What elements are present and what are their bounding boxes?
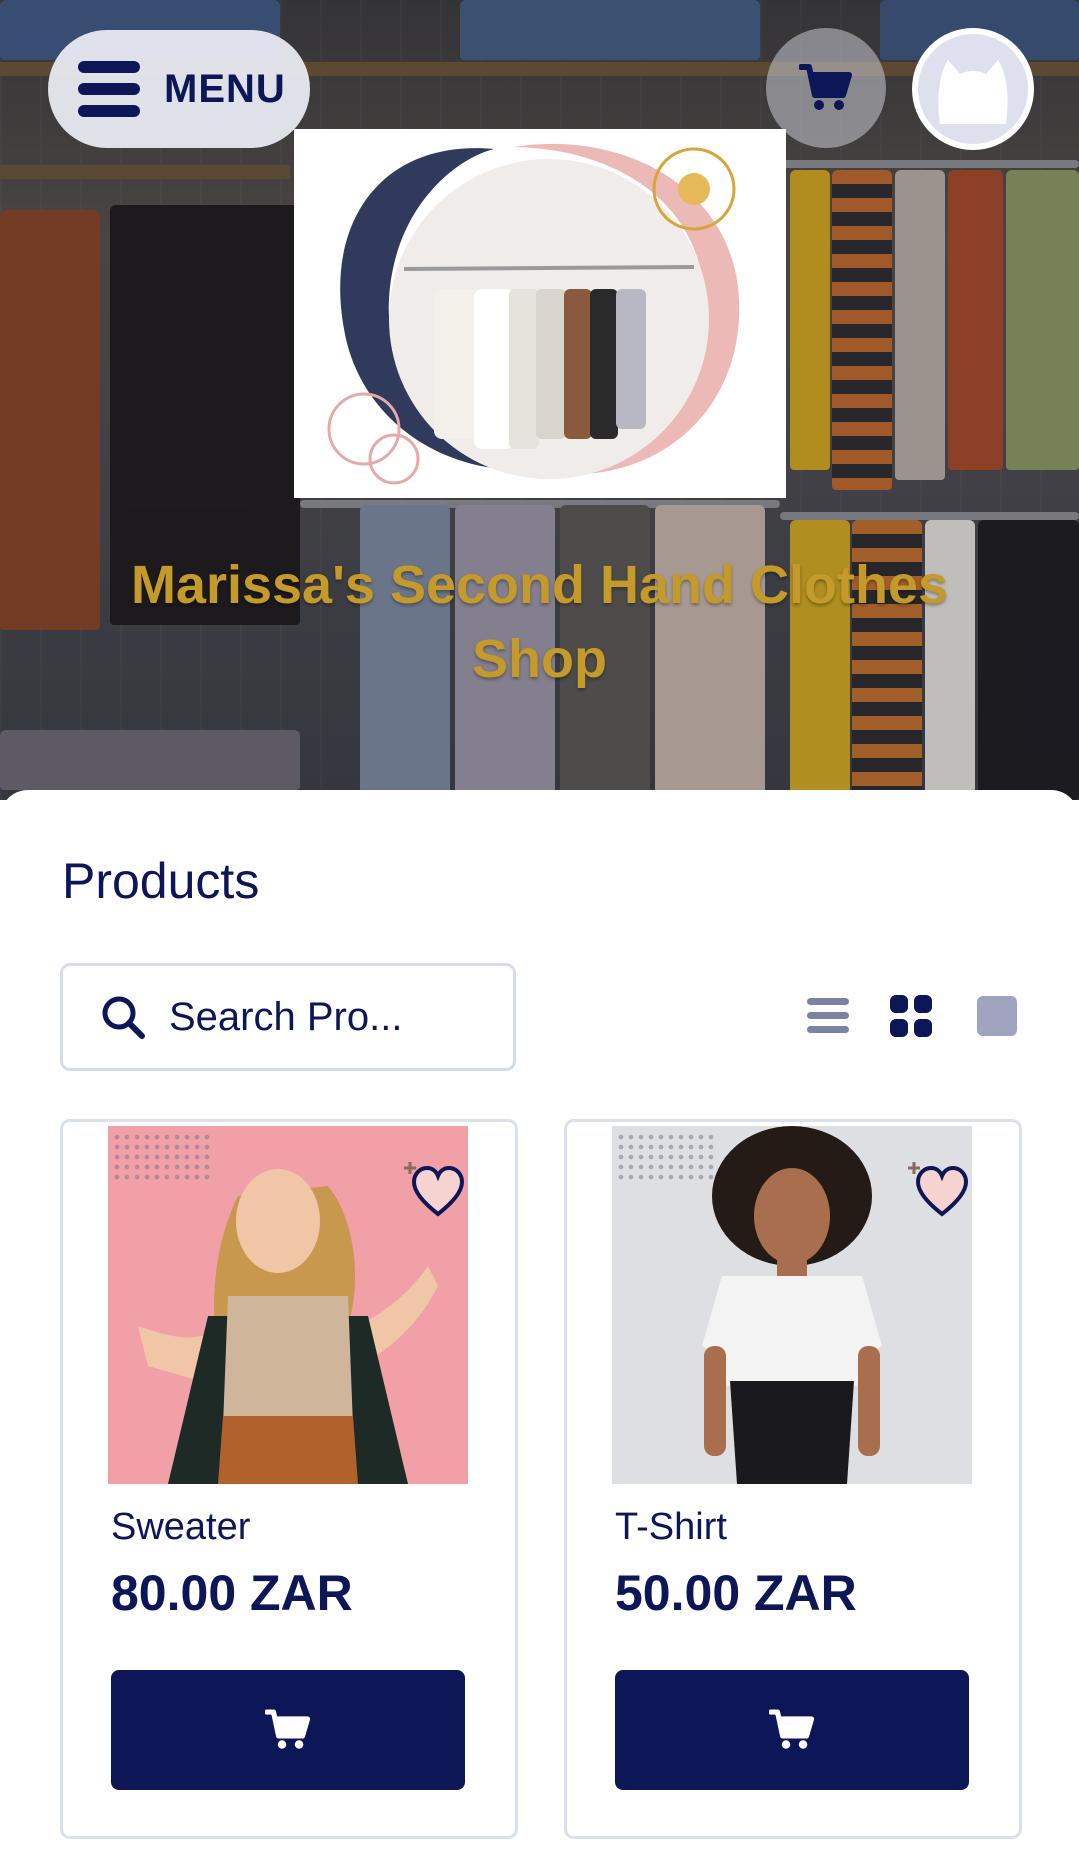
list-view-icon — [807, 998, 849, 1033]
product-image[interactable] — [612, 1126, 972, 1484]
product-price: 50.00 ZAR — [615, 1565, 857, 1621]
dot-pattern — [616, 1132, 716, 1184]
product-image[interactable] — [108, 1126, 468, 1484]
shopping-cart-icon — [769, 1709, 815, 1749]
product-price: 80.00 ZAR — [111, 1565, 353, 1621]
add-to-cart-button[interactable] — [615, 1670, 969, 1790]
product-name[interactable]: T-Shirt — [615, 1506, 727, 1549]
list-view-toggle[interactable] — [805, 993, 851, 1039]
menu-label: MENU — [164, 66, 286, 111]
shop-logo — [294, 129, 786, 498]
shop-title: Marissa's Second Hand Clothes Shop — [130, 555, 949, 689]
section-title: Products — [62, 853, 260, 909]
product-name[interactable]: Sweater — [111, 1506, 250, 1549]
user-avatar[interactable] — [912, 28, 1034, 150]
heart-icon[interactable] — [402, 1156, 466, 1220]
hamburger-icon — [78, 61, 140, 117]
menu-button[interactable]: MENU — [48, 30, 310, 148]
dot-pattern — [112, 1132, 212, 1184]
shopping-cart-icon — [265, 1709, 311, 1749]
hero-banner: MENU Marissa's Second Hand Clothes Shop — [0, 0, 1079, 800]
single-view-icon — [977, 996, 1017, 1036]
heart-icon[interactable] — [906, 1156, 970, 1220]
grid-view-icon — [890, 995, 932, 1037]
product-card[interactable]: Sweater 80.00 ZAR — [60, 1119, 518, 1839]
shopping-cart-icon — [799, 64, 852, 110]
user-avatar-icon — [938, 60, 1008, 124]
grid-view-toggle[interactable] — [888, 993, 934, 1039]
product-card[interactable]: T-Shirt 50.00 ZAR — [564, 1119, 1022, 1839]
search-input-text: Search Pro... — [169, 994, 403, 1039]
search-icon — [102, 996, 145, 1039]
add-to-cart-button[interactable] — [111, 1670, 465, 1790]
single-view-toggle[interactable] — [974, 993, 1020, 1039]
search-input[interactable]: Search Pro... — [60, 963, 516, 1071]
